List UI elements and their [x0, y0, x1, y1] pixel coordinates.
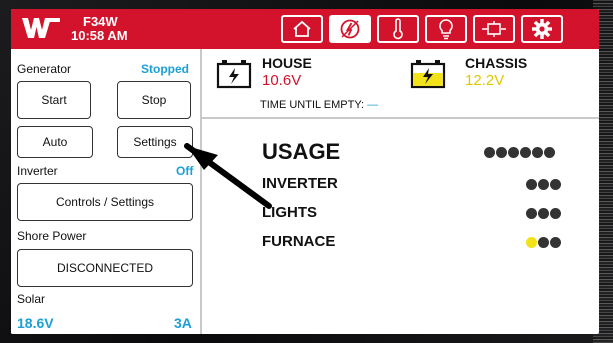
home-icon [292, 20, 312, 38]
level-dot [538, 237, 549, 248]
level-dot [538, 208, 549, 219]
chassis-battery-name: CHASSIS [465, 55, 528, 71]
clock-time: 10:58 AM [71, 28, 128, 43]
brand-logo-icon [21, 16, 61, 45]
generator-icon [339, 18, 361, 40]
time-until-empty: TIME UNTIL EMPTY: — [260, 99, 378, 111]
gear-icon [531, 18, 553, 40]
house-battery-name: HOUSE [262, 55, 312, 71]
top-bar: F34W 10:58 AM [11, 9, 599, 49]
inverter-controls-button[interactable]: Controls / Settings [17, 183, 193, 221]
usage-lights-label: LIGHTS [262, 204, 317, 221]
touch-screen: F34W 10:58 AM Generator Stopped Start St… [11, 9, 599, 334]
generator-auto-button[interactable]: Auto [17, 126, 93, 158]
house-battery-icon [216, 59, 252, 94]
time-until-empty-label: TIME UNTIL EMPTY: [260, 99, 365, 111]
level-dot [550, 208, 561, 219]
inverter-label: Inverter [17, 164, 58, 178]
generator-status: Stopped [141, 62, 189, 76]
shore-power-label: Shore Power [17, 229, 87, 243]
solar-current: 3A [174, 315, 192, 331]
usage-inverter-label: INVERTER [262, 175, 338, 192]
level-dot [544, 147, 555, 158]
level-dot [538, 179, 549, 190]
usage-furnace-indicator [526, 237, 561, 248]
solar-label: Solar [17, 292, 46, 306]
plug-icon [481, 20, 507, 38]
tab-home[interactable] [281, 15, 323, 43]
chassis-battery-voltage: 12.2V [465, 72, 505, 89]
control-panel: Generator Stopped Start Stop Auto Settin… [11, 49, 202, 334]
level-dot-active [526, 237, 537, 248]
solar-voltage: 18.6V [17, 315, 54, 331]
generator-start-button[interactable]: Start [17, 81, 91, 119]
shore-power-status-button[interactable]: DISCONNECTED [17, 249, 193, 287]
inverter-status: Off [176, 164, 194, 178]
tab-power[interactable] [473, 15, 515, 43]
generator-settings-button[interactable]: Settings [117, 126, 193, 158]
level-dot [550, 179, 561, 190]
chassis-battery-icon [410, 59, 446, 94]
generator-stop-button[interactable]: Stop [117, 81, 191, 119]
tab-generator[interactable] [329, 15, 371, 43]
level-dot [550, 237, 561, 248]
level-dot [526, 208, 537, 219]
battery-section: HOUSE 10.6V CHASSIS 12.2V TIME UNTIL EMP… [202, 49, 599, 119]
time-until-empty-value: — [367, 99, 379, 111]
usage-inverter-indicator [526, 179, 561, 190]
status-panel: HOUSE 10.6V CHASSIS 12.2V TIME UNTIL EMP… [202, 49, 599, 334]
thermometer-icon [391, 18, 405, 40]
usage-total-indicator [484, 147, 555, 158]
usage-furnace-label: FURNACE [262, 233, 336, 250]
usage-section: USAGE INVERTER LIGHTS FURNACE [202, 119, 599, 334]
level-dot [508, 147, 519, 158]
level-dot [484, 147, 495, 158]
usage-lights-indicator [526, 208, 561, 219]
lightbulb-icon [438, 18, 454, 40]
level-dot [532, 147, 543, 158]
level-dot [520, 147, 531, 158]
tab-settings[interactable] [521, 15, 563, 43]
house-battery-voltage: 10.6V [262, 72, 302, 89]
tab-lighting[interactable] [425, 15, 467, 43]
level-dot [526, 179, 537, 190]
tab-temperature[interactable] [377, 15, 419, 43]
usage-title: USAGE [262, 139, 341, 164]
generator-label: Generator [17, 62, 72, 76]
model-name: F34W [83, 14, 118, 29]
level-dot [496, 147, 507, 158]
